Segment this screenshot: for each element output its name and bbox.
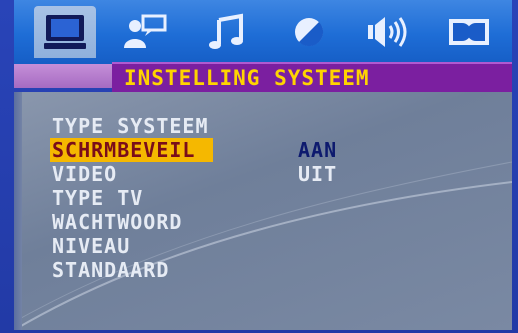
panel-left-border [14,92,22,330]
option-aan[interactable]: AAN [298,138,337,162]
menu-item-type-systeem[interactable]: TYPE SYSTEEM [52,114,209,138]
tab-dolby[interactable] [438,6,500,58]
tab-bar [14,0,512,64]
menu-item-wachtwoord[interactable]: WACHTWOORD [52,210,182,234]
menu-item-standaard[interactable]: STANDAARD [52,258,169,282]
page-title: INSTELLING SYSTEEM [124,66,370,90]
tab-video[interactable] [278,6,340,58]
menu-item-video[interactable]: VIDEO [52,162,117,186]
color-adjust-icon [289,12,329,52]
menu-item-niveau[interactable]: NIVEAU [52,234,130,258]
monitor-icon [42,12,88,52]
title-bar: INSTELLING SYSTEEM [112,62,512,92]
music-note-icon [207,12,247,52]
speaker-audio-icon [365,12,413,52]
tab-language[interactable] [114,6,176,58]
menu-item-type-tv[interactable]: TYPE TV [52,186,143,210]
tab-audio[interactable] [196,6,258,58]
settings-panel: TYPE SYSTEEM SCHRMBEVEIL VIDEO TYPE TV W… [14,92,512,330]
tab-speaker[interactable] [358,6,420,58]
osd-screen: INSTELLING SYSTEEM TYPE SYSTEEM SCHRMBEV… [0,0,518,333]
tab-system[interactable] [34,6,96,58]
language-person-icon [121,12,169,52]
dolby-icon [446,12,492,52]
option-uit[interactable]: UIT [298,162,337,186]
menu-item-schrmbeveil[interactable]: SCHRMBEVEIL [50,138,214,162]
